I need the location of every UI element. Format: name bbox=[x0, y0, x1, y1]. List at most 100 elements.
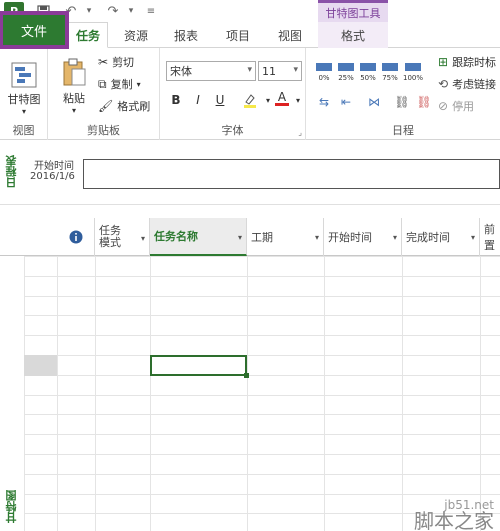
redo-dropdown-icon[interactable]: ▾ bbox=[122, 2, 140, 20]
font-size-combo[interactable]: 11 ▾ bbox=[258, 61, 302, 81]
font-size-value: 11 bbox=[262, 64, 276, 78]
schedule-group-label: 日程 bbox=[392, 124, 414, 137]
schedule-group: 0% 25% 50% 75% 100% ⇆ ⇤ ⋈ ⛓ ⛓ ⊞ 跟踪时标 ⟲ 考… bbox=[306, 48, 500, 140]
gantt-chart-button[interactable]: 甘特图 ▾ bbox=[4, 62, 44, 116]
font-name-value: 宋体 bbox=[170, 65, 192, 78]
track-icon: ⊞ bbox=[438, 55, 449, 69]
move-task-icon[interactable]: ⇆ bbox=[314, 92, 334, 112]
underline-button[interactable]: U bbox=[210, 90, 230, 110]
indicators-column-header[interactable] bbox=[57, 218, 95, 256]
font-dialog-launcher-icon[interactable]: ⌟ bbox=[298, 128, 302, 137]
view-group: 甘特图 ▾ 视图 bbox=[0, 48, 48, 140]
paste-icon bbox=[63, 58, 86, 86]
task-mode-line2: 模式 bbox=[99, 236, 121, 249]
selected-cell[interactable] bbox=[150, 355, 247, 376]
ribbon: 甘特图 ▾ 视图 粘贴 ▾ ✂ 剪切 ⧉ 复制 ▾ 🖌 格式刷 剪贴板 宋体 ▾ bbox=[0, 48, 500, 140]
gantt-side-label: 甘特图 bbox=[5, 490, 18, 523]
chevron-down-icon: ▾ bbox=[392, 233, 397, 242]
inactivate-label: 停用 bbox=[452, 100, 475, 113]
grid-column-line bbox=[95, 256, 96, 531]
pct-50-button[interactable]: 50% bbox=[358, 60, 378, 82]
undo-dropdown-icon[interactable]: ▾ bbox=[80, 2, 98, 20]
duration-column-header[interactable]: 工期 ▾ bbox=[247, 218, 324, 256]
font-group: 宋体 ▾ 11 ▾ B I U ▾ A ▾ 字体 ⌟ bbox=[160, 48, 306, 140]
tab-view[interactable]: 视图 bbox=[268, 22, 312, 48]
copy-dropdown-icon: ▾ bbox=[136, 79, 141, 89]
tab-resource[interactable]: 资源 bbox=[114, 22, 158, 48]
paste-dropdown-icon: ▾ bbox=[71, 106, 76, 115]
respect-links-button[interactable]: ⟲ 考虑链接 bbox=[438, 76, 496, 92]
chevron-down-icon: ▾ bbox=[293, 65, 298, 75]
cut-icon: ✂ bbox=[98, 55, 109, 69]
link-tasks-icon[interactable]: ⛓ bbox=[392, 92, 412, 112]
copy-icon: ⧉ bbox=[98, 76, 107, 91]
respect-links-label: 考虑链接 bbox=[452, 78, 497, 91]
fill-handle[interactable] bbox=[244, 373, 249, 378]
pct-100-button[interactable]: 100% bbox=[402, 60, 424, 82]
grid-column-line bbox=[247, 256, 248, 531]
gantt-chart-icon bbox=[11, 62, 37, 88]
grid-column-line bbox=[324, 256, 325, 531]
percent-complete-buttons: 0% 25% 50% 75% 100% bbox=[314, 60, 426, 84]
font-name-combo[interactable]: 宋体 ▾ bbox=[166, 61, 256, 81]
grid-column-line bbox=[480, 256, 481, 531]
watermark: jb51.net 脚本之家 bbox=[414, 497, 494, 531]
highlight-icon bbox=[244, 94, 256, 108]
chevron-down-icon: ▾ bbox=[314, 233, 319, 242]
timeline-start-caption: 开始时间 bbox=[34, 161, 74, 172]
tab-project[interactable]: 项目 bbox=[216, 22, 260, 48]
inactivate-button[interactable]: ⊘ 停用 bbox=[438, 98, 474, 114]
cut-label: 剪切 bbox=[112, 56, 135, 69]
inactivate-icon: ⊘ bbox=[438, 99, 449, 113]
task-name-column-header[interactable]: 任务名称 ▾ bbox=[150, 218, 247, 256]
cut-button[interactable]: ✂ 剪切 bbox=[98, 54, 134, 70]
pct-25-button[interactable]: 25% bbox=[336, 60, 356, 82]
pct-0-button[interactable]: 0% bbox=[314, 60, 334, 82]
font-color-dropdown-icon[interactable]: ▾ bbox=[288, 90, 308, 110]
info-icon bbox=[69, 230, 82, 244]
respect-links-icon: ⟲ bbox=[438, 77, 449, 91]
copy-label: 复制 bbox=[110, 78, 133, 91]
timeline-bar[interactable] bbox=[83, 159, 500, 189]
highlight-color-button[interactable] bbox=[240, 90, 260, 110]
timeline-pane: 日程表 开始时间 2016/1/6 bbox=[0, 141, 500, 205]
grid-column-line bbox=[24, 256, 25, 531]
title-bar: P ↶ ▾ ↷ ▾ ≡ 甘特图工具 bbox=[0, 0, 500, 22]
clipboard-group-label: 剪贴板 bbox=[87, 124, 120, 137]
unlink-tasks-icon[interactable]: ⛓ bbox=[414, 92, 434, 112]
grid-header-row: 任务 模式 ▾ 任务名称 ▾ 工期 ▾ 开始时间 ▾ 完成时间 ▾ 前置 bbox=[0, 218, 500, 256]
selected-row-header[interactable] bbox=[24, 355, 57, 376]
split-task-icon[interactable]: ⋈ bbox=[364, 92, 384, 112]
tab-task[interactable]: 任务 bbox=[68, 22, 108, 48]
format-painter-button[interactable]: 🖌 格式刷 bbox=[98, 98, 150, 114]
pct-75-button[interactable]: 75% bbox=[380, 60, 400, 82]
view-group-label: 视图 bbox=[12, 124, 35, 137]
finish-column-header[interactable]: 完成时间 ▾ bbox=[402, 218, 480, 256]
redo-icon[interactable]: ↷ bbox=[104, 2, 122, 20]
clipboard-group: 粘贴 ▾ ✂ 剪切 ⧉ 复制 ▾ 🖌 格式刷 剪贴板 bbox=[48, 48, 160, 140]
font-group-label: 字体 bbox=[221, 124, 244, 137]
track-label: 跟踪时标 bbox=[452, 56, 497, 69]
format-painter-icon: 🖌 bbox=[98, 99, 114, 113]
timeline-start-date: 2016/1/6 bbox=[30, 171, 75, 182]
copy-button[interactable]: ⧉ 复制 ▾ bbox=[98, 76, 141, 92]
track-button[interactable]: ⊞ 跟踪时标 bbox=[438, 54, 496, 70]
outdent-icon[interactable]: ⇤ bbox=[336, 92, 356, 112]
customize-icon[interactable]: ≡ bbox=[142, 2, 160, 20]
chevron-down-icon: ▾ bbox=[140, 234, 145, 243]
grid-column-line bbox=[402, 256, 403, 531]
tab-file[interactable]: 文件 bbox=[0, 11, 69, 49]
predecessors-column-header[interactable]: 前置 bbox=[480, 218, 500, 256]
gantt-dropdown-icon: ▾ bbox=[21, 107, 26, 116]
italic-button[interactable]: I bbox=[188, 90, 208, 110]
paste-button[interactable]: 粘贴 ▾ bbox=[54, 58, 94, 115]
gantt-chart-label: 甘特图 bbox=[7, 93, 41, 106]
start-column-header[interactable]: 开始时间 ▾ bbox=[324, 218, 402, 256]
bold-button[interactable]: B bbox=[166, 90, 186, 110]
tab-format[interactable]: 格式 bbox=[318, 22, 388, 48]
task-mode-column-header[interactable]: 任务 模式 ▾ bbox=[95, 218, 150, 256]
paste-label: 粘贴 bbox=[63, 92, 85, 105]
format-painter-label: 格式刷 bbox=[117, 100, 151, 113]
gantt-grid: 任务 模式 ▾ 任务名称 ▾ 工期 ▾ 开始时间 ▾ 完成时间 ▾ 前置 甘特图… bbox=[0, 218, 500, 531]
tab-report[interactable]: 报表 bbox=[164, 22, 208, 48]
